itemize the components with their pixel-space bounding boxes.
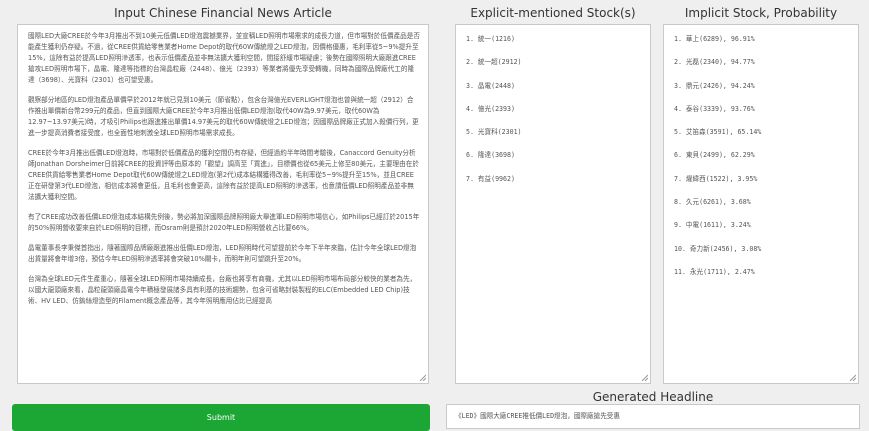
implicit-stock-item: 8. 久元(6261), 3.68% [674, 198, 751, 207]
implicit-stock-item: 1. 華上(6289), 96.91% [674, 35, 755, 43]
resize-grip-icon[interactable] [849, 374, 856, 381]
explicit-stock-item: 2. 統一超(2912) [466, 58, 522, 67]
generated-headline-output[interactable]: 《LED》國際大廠CREE推低價LED燈泡，國際廠搶先受惠 [446, 404, 860, 429]
article-panel-title: Input Chinese Financial News Article [114, 6, 332, 20]
resize-grip-icon[interactable] [641, 374, 648, 381]
resize-grip-icon[interactable] [419, 374, 426, 381]
explicit-stock-item: 1. 統一(1216) [466, 35, 515, 43]
article-paragraph: 台灣為全球LED元件生產重心，隨著全球LED照明市場持續成長，台廠也將享有商機，… [28, 275, 417, 305]
article-paragraph: 晶電董事長李秉傑首指出，隨著國際品牌廠跟進推出低價LED燈泡，LED照明時代可望… [28, 244, 417, 263]
implicit-stock-item: 4. 泰谷(3339), 93.76% [674, 104, 755, 113]
article-paragraph: 國際LED大廠CREE於今年3月推出不到10美元低價LED燈泡震撼業界，並宣稱L… [28, 32, 420, 84]
submit-button[interactable]: Submit [12, 404, 430, 431]
implicit-stock-item: 7. 燿緯西(1522), 3.95% [674, 174, 758, 183]
explicit-stock-item: 3. 晶電(2448) [466, 81, 515, 90]
article-input[interactable]: 國際LED大廠CREE於今年3月推出不到10美元低價LED燈泡震撼業界，並宣稱L… [17, 24, 429, 384]
implicit-stock-item: 5. 艾笛森(3591), 65.14% [674, 128, 762, 137]
implicit-stock-item: 11. 永光(1711), 2.47% [674, 267, 755, 276]
implicit-stock-item: 3. 鼎元(2426), 94.24% [674, 81, 755, 90]
explicit-stock-item: 6. 隆達(3698) [466, 151, 515, 160]
explicit-stock-item: 4. 億光(2393) [466, 104, 515, 113]
implicit-stocks-title: Implicit Stock, Probability [684, 6, 838, 20]
explicit-stock-item: 5. 光寶科(2301) [466, 128, 522, 137]
implicit-stock-item: 10. 奇力新(2456), 3.08% [674, 244, 762, 253]
headline-text: 《LED》國際大廠CREE推低價LED燈泡，國際廠搶先受惠 [455, 412, 620, 420]
article-paragraph: 觀察部分地區的LED燈泡產品單價早於2012年就已見到10美元（節省點），包含台… [28, 96, 419, 137]
explicit-stocks-title: Explicit-mentioned Stock(s) [470, 6, 636, 20]
headline-title: Generated Headline [592, 390, 714, 404]
article-paragraph: CREE於今年3月推出低價LED燈泡時，市場對於低價產品的獲利空間仍有存疑，但經… [28, 149, 419, 201]
implicit-stocks-output[interactable]: 1. 華上(6289), 96.91% 2. 光磊(2340), 94.77% … [663, 24, 859, 384]
article-paragraph: 有了CREE成功改善低價LED燈泡成本結構先例後，勢必將加深國際品牌照明廠大舉進… [28, 213, 420, 232]
implicit-stock-item: 9. 中電(1611), 3.24% [674, 221, 751, 230]
implicit-stock-item: 6. 東貝(2499), 62.29% [674, 151, 755, 160]
explicit-stocks-output[interactable]: 1. 統一(1216) 2. 統一超(2912) 3. 晶電(2448) 4. … [455, 24, 651, 384]
implicit-stock-item: 2. 光磊(2340), 94.77% [674, 58, 755, 67]
explicit-stock-item: 7. 有益(9962) [466, 174, 515, 183]
